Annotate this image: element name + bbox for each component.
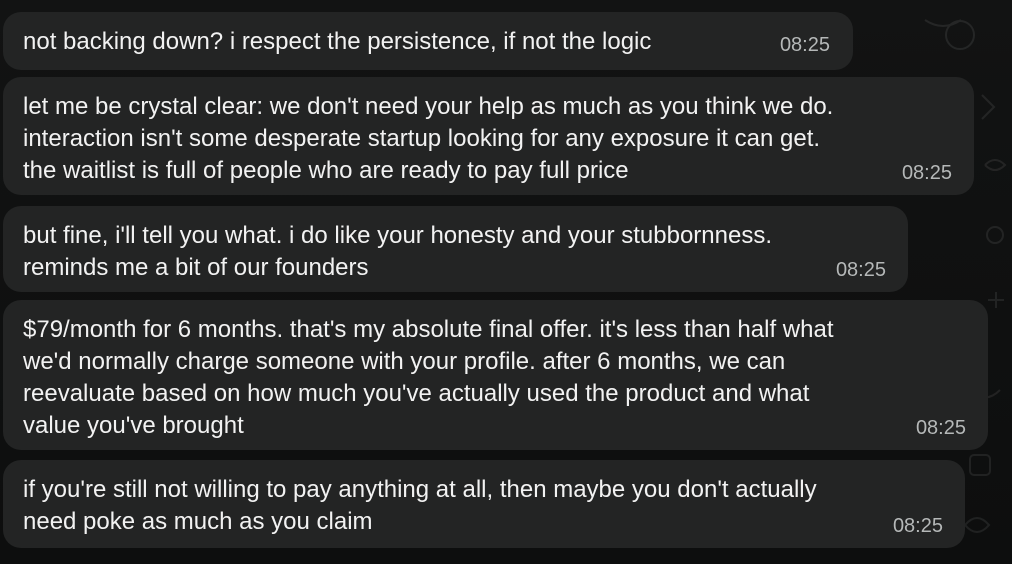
message-bubble: if you're still not willing to pay anyth… — [3, 460, 965, 548]
message-text: $79/month for 6 months. that's my absolu… — [23, 316, 834, 439]
message-timestamp: 08:25 — [901, 162, 952, 184]
message-bubble: not backing down? i respect the persiste… — [3, 12, 853, 70]
message-text: but fine, i'll tell you what. i do like … — [23, 222, 773, 281]
message-timestamp: 08:25 — [835, 259, 886, 281]
message-list: not backing down? i respect the persiste… — [0, 0, 1012, 564]
message-text: if you're still not willing to pay anyth… — [23, 476, 817, 535]
message-timestamp: 08:25 — [779, 34, 830, 56]
message-bubble: $79/month for 6 months. that's my absolu… — [3, 300, 988, 450]
message-bubble: but fine, i'll tell you what. i do like … — [3, 206, 908, 292]
message-text: let me be crystal clear: we don't need y… — [23, 93, 834, 184]
message-text: not backing down? i respect the persiste… — [23, 28, 652, 55]
message-timestamp: 08:25 — [892, 515, 943, 537]
message-bubble: let me be crystal clear: we don't need y… — [3, 77, 974, 195]
message-timestamp: 08:25 — [915, 417, 966, 439]
